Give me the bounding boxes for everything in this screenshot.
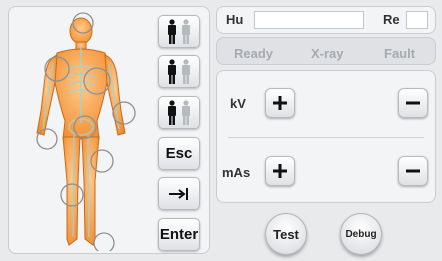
person-icon-lower [168, 99, 190, 125]
minus-icon [406, 101, 420, 105]
person-icon-upper [168, 58, 190, 84]
mas-label: mAs [222, 165, 251, 180]
status-xray: X-ray [311, 46, 344, 61]
upper-body-button[interactable] [158, 55, 200, 88]
mas-decrease-button[interactable] [398, 156, 428, 186]
debug-button[interactable]: Debug [340, 213, 382, 255]
full-body-button[interactable] [158, 15, 200, 48]
hu-field[interactable] [254, 11, 364, 29]
status-ready: Ready [234, 46, 274, 61]
lower-body-button[interactable] [158, 96, 200, 129]
patient-panel: Esc Enter [8, 6, 210, 254]
region-foot [93, 232, 115, 251]
person-icon-full [168, 18, 190, 44]
tab-arrow-icon [169, 187, 188, 200]
re-label: Re [383, 12, 400, 27]
kv-label: kV [230, 96, 246, 111]
body-map[interactable] [17, 11, 145, 251]
hu-label: Hu [226, 12, 244, 27]
kv-increase-button[interactable] [265, 88, 295, 118]
region-left-hand [36, 128, 58, 150]
tab-button[interactable] [158, 177, 200, 210]
mas-increase-button[interactable] [265, 156, 295, 186]
esc-button[interactable]: Esc [158, 137, 200, 170]
controls-divider [228, 137, 424, 138]
minus-icon [406, 169, 420, 173]
enter-button[interactable]: Enter [158, 218, 200, 251]
plus-icon [273, 96, 287, 110]
kv-decrease-button[interactable] [398, 88, 428, 118]
plus-icon [273, 164, 287, 178]
status-fault: Fault [384, 46, 416, 61]
test-button[interactable]: Test [265, 213, 307, 255]
re-field[interactable] [406, 11, 428, 29]
